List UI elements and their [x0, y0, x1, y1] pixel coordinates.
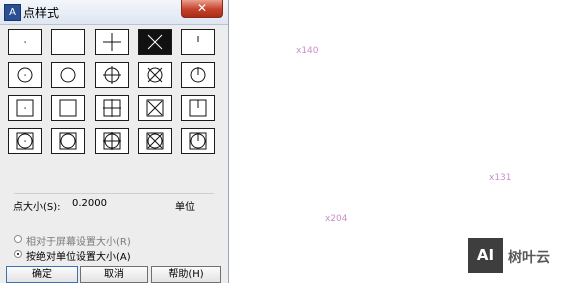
- radio-absolute[interactable]: [14, 250, 22, 258]
- dot-icon: [24, 41, 26, 43]
- square-icon: [59, 99, 77, 117]
- point-style-square-circle[interactable]: [51, 128, 85, 154]
- point-style-circle[interactable]: [51, 62, 85, 88]
- dialog-title: 点样式: [23, 6, 60, 20]
- point-size-input[interactable]: 0.2000: [64, 196, 168, 211]
- point-style-dot[interactable]: [8, 29, 42, 55]
- square-dot-icon: [16, 99, 34, 117]
- point-style-square[interactable]: [51, 95, 85, 121]
- point-style-circle-dot[interactable]: [8, 62, 42, 88]
- square-tick-icon: [189, 99, 207, 117]
- none-icon: [52, 30, 84, 54]
- radio-absolute-label[interactable]: 按绝对单位设置大小(A): [26, 248, 131, 263]
- point-style-square-circle-tick[interactable]: [181, 128, 215, 154]
- divider: [14, 193, 214, 194]
- x-icon: [147, 34, 163, 50]
- circle-tick-icon: [190, 67, 206, 83]
- square-circle-icon: [59, 132, 77, 150]
- circle-x-icon: [147, 67, 163, 83]
- circle-dot-icon: [17, 67, 33, 83]
- square-x-icon: [146, 99, 164, 117]
- point-style-circle-x[interactable]: [138, 62, 172, 88]
- point-style-tick[interactable]: [181, 29, 215, 55]
- point-style-square-x[interactable]: [138, 95, 172, 121]
- point-size-label: 点大小(S):: [13, 202, 61, 213]
- app-icon: A: [4, 4, 21, 21]
- point-label: x131: [489, 173, 512, 183]
- tick-icon: [197, 36, 199, 42]
- plus-icon: [103, 33, 121, 51]
- point-style-dialog: A 点样式 ✕ 点大小(S): 0.2000 单位 相对于屏幕设置大小(R) 按…: [0, 0, 229, 283]
- point-style-square-dot[interactable]: [8, 95, 42, 121]
- help-button[interactable]: 帮助(H): [151, 266, 221, 283]
- circle-plus-icon: [103, 66, 121, 84]
- watermark-logo: AI: [468, 238, 503, 273]
- point-style-square-circle-x[interactable]: [138, 128, 172, 154]
- watermark-brand: 树叶云: [508, 250, 550, 266]
- point-label: x140: [296, 46, 319, 56]
- point-style-square-tick[interactable]: [181, 95, 215, 121]
- unit-label: 单位: [175, 202, 195, 213]
- close-button[interactable]: ✕: [181, 0, 223, 18]
- radio-relative-label[interactable]: 相对于屏幕设置大小(R): [26, 233, 131, 248]
- square-circle-dot-icon: [16, 132, 34, 150]
- point-style-none[interactable]: [51, 29, 85, 55]
- point-style-circle-plus[interactable]: [95, 62, 129, 88]
- circle-icon: [60, 67, 76, 83]
- point-style-plus[interactable]: [95, 29, 129, 55]
- point-style-circle-tick[interactable]: [181, 62, 215, 88]
- square-plus-icon: [103, 99, 121, 117]
- point-style-x[interactable]: [138, 29, 172, 55]
- point-label: x204: [325, 214, 348, 224]
- point-style-square-circle-plus[interactable]: [95, 128, 129, 154]
- watermark: AI 树叶云: [468, 238, 568, 274]
- point-style-square-plus[interactable]: [95, 95, 129, 121]
- ok-button[interactable]: 确定: [6, 266, 78, 283]
- square-circle-tick-icon: [189, 132, 207, 150]
- square-circle-plus-icon: [103, 132, 121, 150]
- point-style-square-circle-dot[interactable]: [8, 128, 42, 154]
- cancel-button[interactable]: 取消: [80, 266, 148, 283]
- radio-relative[interactable]: [14, 235, 22, 243]
- square-circle-x-icon: [146, 132, 164, 150]
